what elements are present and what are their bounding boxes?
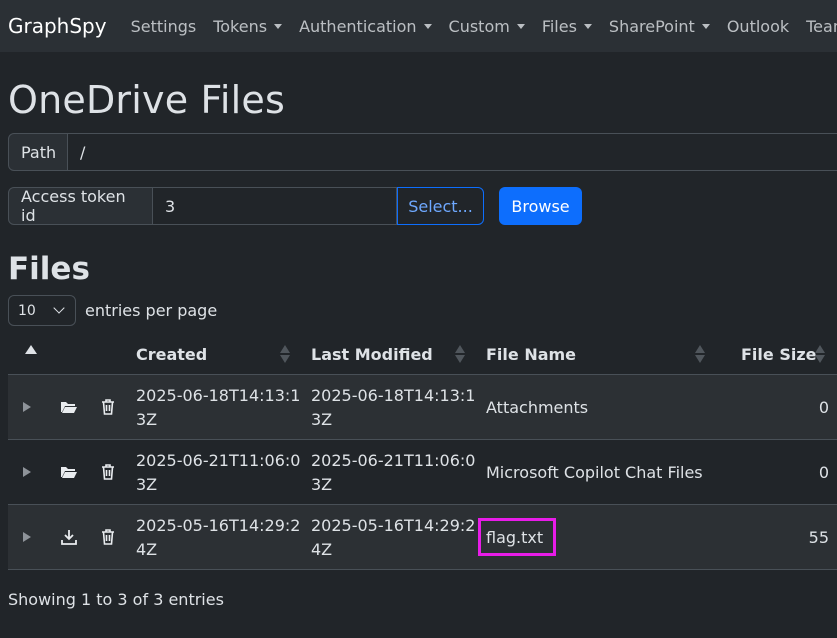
nav-custom-label: Custom <box>448 16 510 36</box>
trash-icon[interactable] <box>98 397 118 417</box>
nav-tokens[interactable]: Tokens <box>213 16 283 36</box>
file-size-cell: 0 <box>818 398 829 417</box>
sort-icon <box>695 345 705 363</box>
table-row: 2025-06-18T14:13:1 3Z 2025-06-18T14:13:1 3… <box>8 375 837 440</box>
header-last-modified[interactable]: Last Modified <box>311 345 433 364</box>
file-name-cell[interactable]: Attachments <box>486 396 588 420</box>
file-name-cell[interactable]: Microsoft Copilot Chat Files <box>486 461 703 485</box>
path-input[interactable]: / <box>68 133 837 171</box>
created-line-1: 2025-06-18T14:13:1 <box>136 386 301 405</box>
path-label: Path <box>8 133 68 171</box>
sort-icon <box>280 345 290 363</box>
file-name-cell[interactable]: flag.txt <box>486 526 543 550</box>
folder-open-icon[interactable] <box>59 397 79 417</box>
navbar: GraphSpy Settings Tokens Authentication … <box>0 0 837 52</box>
chevron-down-icon <box>53 302 65 314</box>
nav-authentication-label: Authentication <box>299 16 417 36</box>
entries-per-page-value: 10 <box>18 302 36 319</box>
created-line-2: 3Z <box>136 475 158 494</box>
expand-row-icon[interactable] <box>23 402 31 412</box>
download-icon[interactable] <box>59 527 79 547</box>
brand-logo[interactable]: GraphSpy <box>8 14 107 38</box>
entries-per-page-select[interactable]: 10 <box>8 295 76 326</box>
modified-line-2: 4Z <box>311 540 333 559</box>
per-page-control: 10 entries per page <box>8 295 217 326</box>
file-size-cell: 55 <box>808 528 829 547</box>
trash-icon[interactable] <box>98 527 118 547</box>
files-table: Created Last Modified File Name File Siz… <box>8 333 837 570</box>
modified-line-2: 3Z <box>311 475 333 494</box>
created-line-1: 2025-06-21T11:06:0 <box>136 451 301 470</box>
nav-outlook-label: Outlook <box>726 16 790 36</box>
caret-down-icon <box>701 23 710 29</box>
access-token-input[interactable]: 3 <box>153 187 397 225</box>
header-file-size[interactable]: File Size <box>741 345 817 364</box>
nav-files[interactable]: Files <box>542 17 592 36</box>
modified-cell: 2025-06-21T11:06:0 3Z <box>311 449 475 497</box>
table-row: 2025-06-21T11:06:0 3Z 2025-06-21T11:06:0 3… <box>8 440 837 505</box>
nav-authentication[interactable]: Authentication <box>299 16 432 36</box>
sort-ascending-icon[interactable] <box>25 345 37 354</box>
entries-per-page-label: entries per page <box>85 301 218 320</box>
files-heading: Files <box>8 251 90 287</box>
nav-sharepoint-label: SharePoint <box>608 16 695 36</box>
caret-down-icon <box>583 23 592 29</box>
folder-open-icon[interactable] <box>59 462 79 482</box>
header-file-name[interactable]: File Name <box>486 345 576 364</box>
caret-down-icon <box>274 23 283 29</box>
nav-sharepoint[interactable]: SharePoint <box>609 17 710 36</box>
modified-cell: 2025-06-18T14:13:1 3Z <box>311 384 475 432</box>
modified-cell: 2025-05-16T14:29:2 4Z <box>311 514 475 562</box>
modified-line-1: 2025-06-21T11:06:0 <box>311 451 476 470</box>
created-line-2: 3Z <box>136 410 158 429</box>
caret-down-icon <box>516 23 525 29</box>
path-input-group: Path / <box>8 133 837 171</box>
caret-down-icon <box>423 23 432 29</box>
created-line-2: 4Z <box>136 540 158 559</box>
nav-tokens-label: Tokens <box>213 16 268 36</box>
page-title: OneDrive Files <box>8 78 285 122</box>
created-cell: 2025-06-18T14:13:1 3Z <box>136 384 300 432</box>
select-token-button[interactable]: Select... <box>397 187 484 225</box>
nav-teams-label: Teams <box>806 16 837 36</box>
nav-files-label: Files <box>541 16 577 36</box>
sort-icon <box>815 345 825 363</box>
modified-line-1: 2025-05-16T14:29:2 <box>311 516 476 535</box>
header-created[interactable]: Created <box>136 345 207 364</box>
nav-custom[interactable]: Custom <box>449 17 525 36</box>
modified-line-2: 3Z <box>311 410 333 429</box>
browse-button[interactable]: Browse <box>499 187 582 225</box>
created-line-1: 2025-05-16T14:29:2 <box>136 516 301 535</box>
table-header: Created Last Modified File Name File Siz… <box>8 333 837 375</box>
table-info: Showing 1 to 3 of 3 entries <box>8 590 224 609</box>
table-row: 2025-05-16T14:29:2 4Z 2025-05-16T14:29:2 4… <box>8 505 837 570</box>
trash-icon[interactable] <box>98 462 118 482</box>
expand-row-icon[interactable] <box>23 532 31 542</box>
modified-line-1: 2025-06-18T14:13:1 <box>311 386 476 405</box>
nav-teams[interactable]: Teams <box>806 17 837 36</box>
nav-outlook[interactable]: Outlook <box>727 17 789 36</box>
sort-icon <box>455 345 465 363</box>
file-size-cell: 0 <box>818 463 829 482</box>
created-cell: 2025-05-16T14:29:2 4Z <box>136 514 300 562</box>
access-token-label: Access token id <box>8 187 153 225</box>
nav-settings[interactable]: Settings <box>131 17 197 36</box>
expand-row-icon[interactable] <box>23 467 31 477</box>
created-cell: 2025-06-21T11:06:0 3Z <box>136 449 300 497</box>
nav-settings-label: Settings <box>130 16 197 36</box>
token-input-group: Access token id 3 Select... <box>8 187 484 225</box>
